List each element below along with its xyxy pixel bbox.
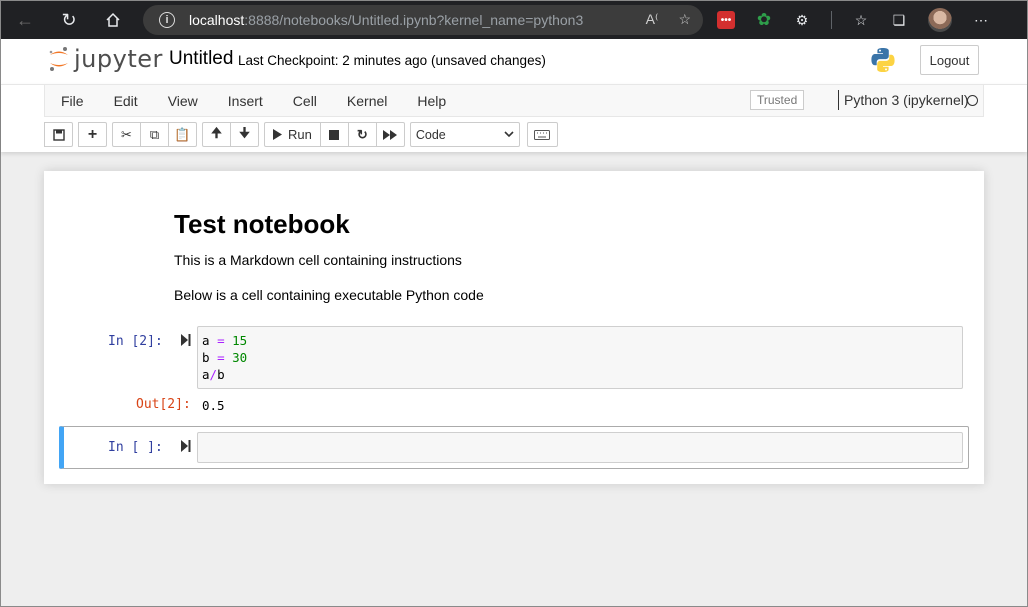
markdown-heading: Test notebook: [174, 209, 350, 239]
copy-icon: ⧉: [149, 126, 160, 142]
logout-button[interactable]: Logout: [920, 45, 979, 75]
extensions-icon[interactable]: ⚙: [793, 11, 811, 29]
menu-kernel[interactable]: Kernel: [332, 93, 402, 109]
restart-kernel-button[interactable]: ↻: [347, 122, 377, 147]
run-button[interactable]: Run: [264, 122, 321, 147]
menu-file[interactable]: File: [45, 93, 99, 109]
restart-run-all-button[interactable]: [375, 122, 405, 147]
kernel-name[interactable]: Python 3 (ipykernel): [838, 90, 969, 110]
notebook-toolbar: + ✂ ⧉ 📋 🠉 🠋 Run ↻ Code: [44, 122, 558, 147]
plus-icon: +: [87, 125, 98, 143]
cell-type-select[interactable]: Code: [409, 122, 520, 147]
more-menu-icon[interactable]: ⋯: [972, 11, 990, 29]
back-icon[interactable]: ←: [7, 1, 43, 39]
arrow-down-icon: 🠋: [239, 124, 250, 140]
code-line: a = 15: [202, 333, 248, 348]
info-icon[interactable]: i: [159, 12, 175, 28]
jupyter-header: jupyter Untitled Last Checkpoint: 2 minu…: [1, 39, 1027, 84]
run-label: Run: [288, 127, 312, 142]
notebook-container: Test notebook This is a Markdown cell co…: [44, 171, 984, 484]
url-text: localhost:8888/notebooks/Untitled.ipynb?…: [189, 12, 584, 28]
run-cell-icon[interactable]: [181, 440, 191, 455]
restart-icon: ↻: [356, 126, 368, 142]
move-down-button[interactable]: 🠋: [230, 122, 259, 147]
collections-icon[interactable]: ❏: [890, 11, 908, 29]
fast-forward-icon: [383, 129, 398, 140]
lastpass-extension-icon[interactable]: •••: [717, 11, 735, 29]
menu-help[interactable]: Help: [402, 93, 461, 109]
copy-cell-button[interactable]: ⧉: [140, 122, 169, 147]
favorite-add-icon[interactable]: ☆: [678, 11, 691, 28]
code-line: a/b: [202, 367, 225, 382]
markdown-paragraph: Below is a cell containing executable Py…: [174, 287, 484, 303]
python-logo-icon: [871, 48, 895, 72]
save-icon: [52, 128, 65, 141]
chevron-down-icon: [504, 131, 514, 138]
keyboard-icon: [534, 129, 551, 140]
favorites-icon[interactable]: ☆: [852, 11, 870, 29]
cell-output: 0.5: [202, 398, 225, 413]
save-button[interactable]: [44, 122, 73, 147]
address-bar[interactable]: i localhost:8888/notebooks/Untitled.ipyn…: [143, 5, 703, 35]
trusted-indicator[interactable]: Trusted: [750, 90, 805, 110]
cell-type-value: Code: [415, 127, 446, 142]
run-cell-icon[interactable]: [181, 334, 191, 349]
scissors-icon: ✂: [121, 126, 132, 142]
jupyter-logo[interactable]: jupyter: [48, 45, 163, 73]
cut-cell-button[interactable]: ✂: [112, 122, 141, 147]
insert-cell-button[interactable]: +: [78, 122, 107, 147]
markdown-cell[interactable]: Test notebook This is a Markdown cell co…: [174, 209, 484, 322]
jupyter-planet-icon: [49, 47, 68, 71]
paste-cell-button[interactable]: 📋: [168, 122, 197, 147]
stop-icon: [329, 129, 340, 140]
play-icon: [273, 129, 282, 140]
notebook-title[interactable]: Untitled: [169, 48, 233, 70]
evernote-extension-icon[interactable]: ✿: [755, 10, 773, 29]
output-prompt: Out[2]:: [136, 397, 191, 412]
toolbar-divider: [831, 11, 832, 29]
home-icon[interactable]: [95, 1, 131, 39]
move-up-button[interactable]: 🠉: [202, 122, 231, 147]
menu-edit[interactable]: Edit: [99, 93, 153, 109]
code-editor[interactable]: [197, 432, 963, 463]
command-palette-button[interactable]: [526, 122, 558, 147]
kernel-idle-icon: [967, 95, 978, 106]
read-aloud-icon[interactable]: A⁽: [646, 11, 659, 28]
input-prompt: In [2]:: [108, 334, 163, 349]
menu-insert[interactable]: Insert: [213, 93, 278, 109]
arrow-up-icon: 🠉: [211, 124, 222, 140]
checkpoint-status: Last Checkpoint: 2 minutes ago: [238, 53, 428, 68]
code-line: b = 30: [202, 350, 248, 365]
refresh-icon[interactable]: ↻: [51, 1, 87, 39]
browser-toolbar: ← ↻ i localhost:8888/notebooks/Untitled.…: [1, 1, 1027, 39]
markdown-paragraph: This is a Markdown cell containing instr…: [174, 252, 462, 268]
autosave-status: (unsaved changes): [431, 53, 546, 68]
menubar: File Edit View Insert Cell Kernel Help T…: [44, 85, 984, 117]
paste-icon: 📋: [174, 126, 191, 142]
input-prompt: In [ ]:: [108, 440, 163, 455]
notebook-menu-container: File Edit View Insert Cell Kernel Help T…: [1, 84, 1027, 152]
jupyter-wordmark: jupyter: [74, 45, 163, 73]
menu-view[interactable]: View: [153, 93, 213, 109]
profile-avatar[interactable]: [928, 8, 952, 32]
menu-cell[interactable]: Cell: [278, 93, 332, 109]
code-editor[interactable]: a = 15 b = 30 a/b: [197, 326, 963, 389]
interrupt-kernel-button[interactable]: [319, 122, 349, 147]
